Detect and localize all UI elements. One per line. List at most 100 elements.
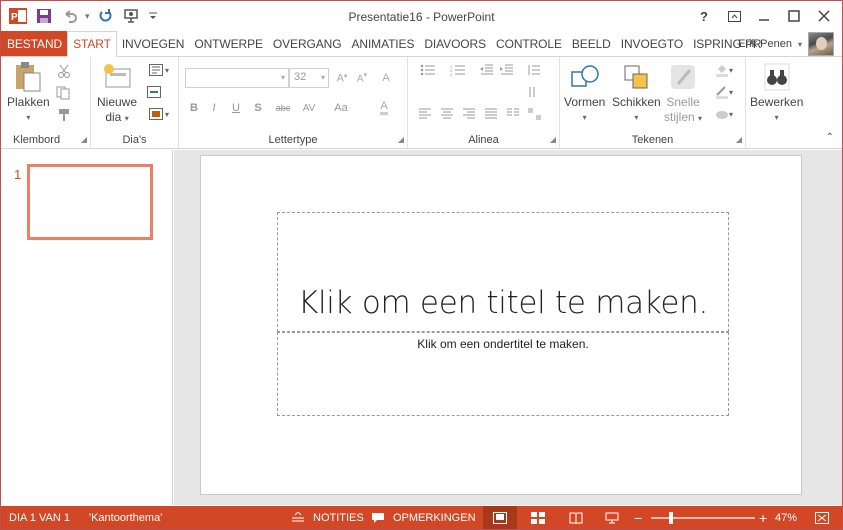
slide-thumbnail[interactable]: [27, 164, 153, 240]
tab-bestand[interactable]: BESTAND: [1, 31, 68, 56]
shape-outline-icon[interactable]: ▾: [710, 84, 738, 100]
user-account[interactable]: Erik Penen ▾: [738, 31, 834, 57]
paste-button[interactable]: Plakken ▾: [7, 61, 50, 125]
tab-controleren[interactable]: CONTROLE: [491, 31, 567, 56]
tab-beeld[interactable]: BEELD: [567, 31, 616, 56]
horizontal-scrollbar[interactable]: [174, 495, 842, 505]
slide-canvas[interactable]: Klik om een titel te maken. Klik om een …: [200, 155, 802, 495]
shape-effects-icon[interactable]: ▾: [710, 106, 738, 122]
slide-sorter-icon: [527, 509, 549, 527]
undo-icon[interactable]: [59, 6, 81, 26]
arrange-button[interactable]: Schikken ▾: [612, 61, 661, 125]
normal-view-button[interactable]: [483, 506, 517, 529]
save-icon[interactable]: [33, 6, 55, 26]
zoom-level[interactable]: 47%: [775, 512, 797, 524]
start-slideshow-icon[interactable]: [120, 6, 142, 26]
underline-button[interactable]: U: [227, 100, 245, 116]
drawing-group: Vormen ▾ Schikken ▾ Snelle stijlen ▾ ▾ ▾…: [560, 57, 746, 149]
drawing-launcher-icon[interactable]: ◢: [736, 135, 742, 144]
ribbon-display-options-icon[interactable]: [720, 5, 748, 27]
copy-icon[interactable]: [55, 85, 73, 101]
quick-styles-label-2-row: stijlen ▾: [664, 110, 702, 126]
powerpoint-logo-icon[interactable]: P: [7, 6, 29, 26]
align-right-icon[interactable]: [460, 106, 478, 122]
shape-fill-icon[interactable]: ▾: [710, 62, 738, 78]
title-placeholder[interactable]: Klik om een titel te maken.: [277, 212, 729, 332]
cut-icon[interactable]: [55, 63, 73, 79]
italic-button[interactable]: I: [205, 100, 223, 116]
text-direction-icon[interactable]: [526, 84, 544, 100]
fit-slide-button[interactable]: [811, 509, 833, 527]
increase-font-size-icon[interactable]: A▴: [333, 70, 351, 86]
tab-invoegtoepassingen[interactable]: INVOEGTO: [616, 31, 688, 56]
quick-access-toolbar: P ▾: [7, 6, 160, 26]
tab-diavoorstelling[interactable]: DIAVOORS: [419, 31, 491, 56]
minimize-icon[interactable]: [750, 5, 778, 27]
decrease-font-size-icon[interactable]: A▾: [353, 70, 371, 86]
zoom-in-button[interactable]: +: [759, 510, 767, 526]
font-launcher-icon[interactable]: ◢: [398, 135, 404, 144]
reading-view-button[interactable]: [565, 509, 587, 527]
slideshow-button[interactable]: [601, 509, 623, 527]
editing-label: Bewerken: [750, 95, 804, 109]
strikethrough-button[interactable]: abc: [271, 100, 295, 116]
comments-button[interactable]: OPMERKINGEN: [367, 509, 476, 527]
section-icon[interactable]: ▾: [145, 106, 173, 122]
normal-view-icon: [489, 509, 511, 527]
binoculars-icon: [761, 61, 793, 93]
close-icon[interactable]: [810, 5, 838, 27]
collapse-ribbon-icon[interactable]: ⌃: [826, 132, 834, 143]
paragraph-group: 123 Alinea ◢: [408, 57, 560, 149]
reset-slide-icon[interactable]: [145, 84, 163, 100]
tab-ontwerpen[interactable]: ONTWERPE: [189, 31, 268, 56]
shapes-label: Vormen: [564, 95, 606, 109]
font-name-combo[interactable]: ▾: [185, 68, 289, 88]
zoom-out-button[interactable]: −: [634, 510, 642, 526]
tab-animaties[interactable]: ANIMATIES: [346, 31, 419, 56]
title-placeholder-text: Klik om een titel te maken.: [297, 285, 709, 321]
bold-button[interactable]: B: [185, 100, 203, 116]
layout-icon[interactable]: ▾: [145, 62, 173, 78]
clipboard-launcher-icon[interactable]: ◢: [81, 135, 87, 144]
new-slide-button[interactable]: Nieuwe dia ▾: [97, 61, 137, 126]
help-button[interactable]: ?: [690, 5, 718, 27]
notes-button[interactable]: NOTITIES: [287, 509, 364, 527]
redo-icon[interactable]: [94, 6, 116, 26]
increase-indent-icon[interactable]: [498, 62, 516, 78]
paste-icon: [12, 61, 44, 93]
shapes-button[interactable]: Vormen ▾: [564, 61, 605, 125]
align-left-icon[interactable]: [416, 106, 434, 122]
maximize-icon[interactable]: [780, 5, 808, 27]
numbering-icon[interactable]: 123: [446, 62, 470, 78]
slide-sorter-button[interactable]: [527, 509, 549, 527]
character-spacing-button[interactable]: AV: [297, 100, 321, 116]
shadow-button[interactable]: S: [249, 100, 267, 116]
new-slide-icon: [101, 61, 133, 93]
customize-qat-icon[interactable]: [146, 6, 160, 26]
clear-formatting-icon[interactable]: A: [377, 70, 395, 86]
zoom-slider-thumb[interactable]: [669, 512, 673, 524]
font-color-icon[interactable]: A: [371, 100, 397, 116]
paragraph-group-label: Alinea: [468, 134, 499, 146]
font-size-combo[interactable]: 32 ▾: [289, 68, 329, 88]
line-spacing-icon[interactable]: [522, 62, 546, 78]
tab-start[interactable]: START: [67, 31, 117, 57]
subtitle-placeholder[interactable]: Klik om een ondertitel te maken.: [277, 332, 729, 416]
quick-styles-button[interactable]: Snelle stijlen ▾: [664, 61, 702, 126]
undo-dropdown-icon[interactable]: ▾: [85, 11, 90, 22]
smartart-icon[interactable]: [526, 106, 544, 122]
zoom-slider[interactable]: [651, 517, 755, 519]
columns-icon[interactable]: [504, 106, 522, 122]
change-case-button[interactable]: Aa: [329, 100, 353, 116]
align-center-icon[interactable]: [438, 106, 456, 122]
format-painter-icon[interactable]: [55, 107, 73, 123]
tab-invoegen[interactable]: INVOEGEN: [117, 31, 190, 56]
svg-text:P: P: [11, 12, 18, 23]
notes-icon: [287, 509, 309, 527]
justify-icon[interactable]: [482, 106, 500, 122]
paragraph-launcher-icon[interactable]: ◢: [550, 135, 556, 144]
decrease-indent-icon[interactable]: [478, 62, 496, 78]
bullets-icon[interactable]: [416, 62, 440, 78]
tab-overgangen[interactable]: OVERGANG: [268, 31, 347, 56]
editing-button[interactable]: Bewerken ▾: [750, 61, 803, 125]
